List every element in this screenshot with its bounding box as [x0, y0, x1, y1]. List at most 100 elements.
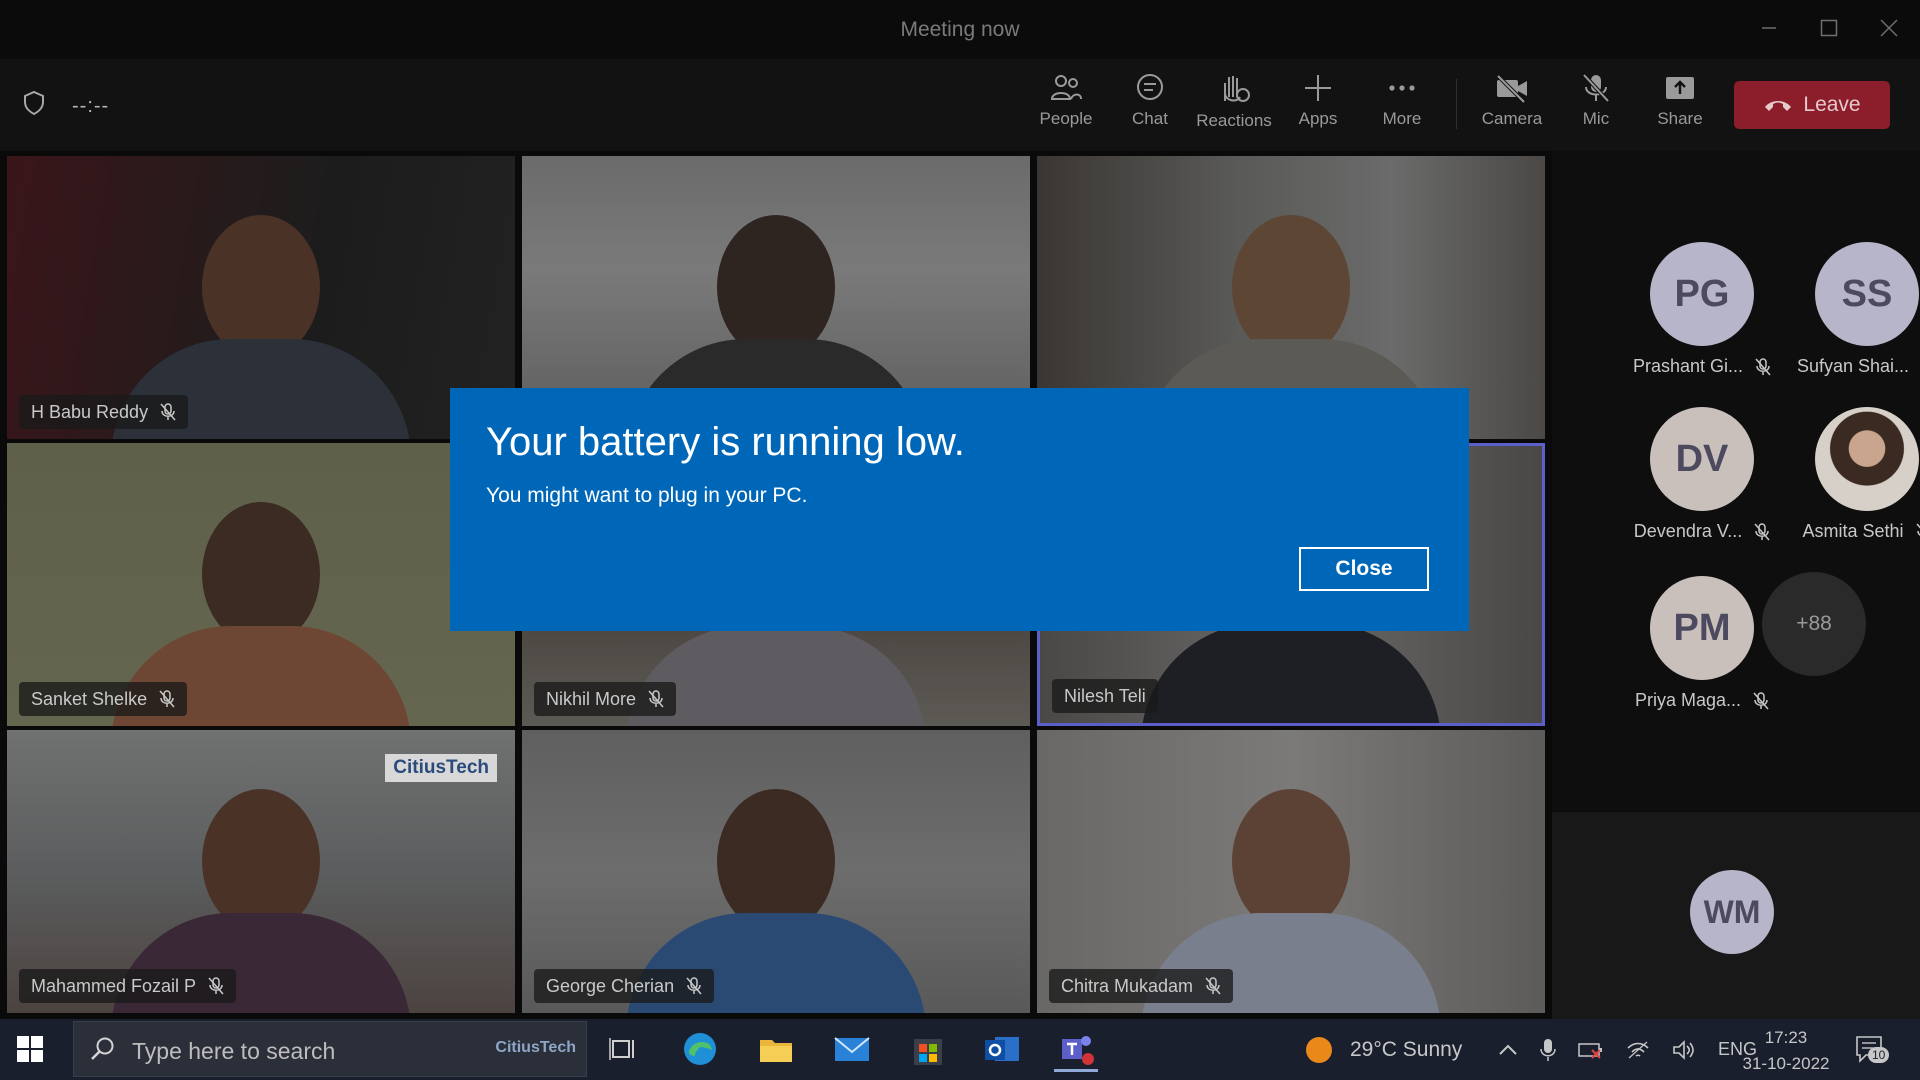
- microphone-icon[interactable]: [1540, 1038, 1556, 1062]
- meeting-timer: --:--: [72, 95, 110, 117]
- leave-label: Leave: [1803, 93, 1861, 116]
- taskbar-clock[interactable]: 17:23 31-10-2022: [1736, 1025, 1836, 1077]
- store-icon: [914, 1039, 942, 1065]
- roster-name: Prashant Gi...: [1632, 356, 1744, 376]
- roster-participant[interactable]: PM Priya Maga...: [1617, 576, 1787, 711]
- outlook-app[interactable]: [980, 1029, 1024, 1069]
- battery-icon[interactable]: [1578, 1040, 1604, 1060]
- video-tile[interactable]: Sanket Shelke: [7, 443, 515, 726]
- notification-center-button[interactable]: 10: [1854, 1033, 1894, 1067]
- reactions-button[interactable]: Reactions: [1192, 73, 1276, 143]
- toolbar-divider: [1456, 79, 1457, 129]
- roster-participant[interactable]: SS Sufyan Shai...: [1782, 242, 1920, 377]
- edge-browser-icon: [684, 1033, 716, 1065]
- muted-mic-icon: [686, 977, 702, 995]
- maximize-icon: [1820, 19, 1838, 37]
- muted-mic-icon: [648, 690, 664, 708]
- video-tile[interactable]: George Cherian: [522, 730, 1030, 1013]
- window-title: Meeting now: [900, 18, 1020, 41]
- chat-button[interactable]: Chat: [1108, 73, 1192, 143]
- share-tray-icon: [1666, 77, 1694, 99]
- more-label: More: [1382, 109, 1422, 128]
- roster-participant[interactable]: Asmita Sethi: [1782, 407, 1920, 542]
- task-view-button[interactable]: [602, 1029, 646, 1069]
- video-tile[interactable]: H Babu Reddy: [7, 156, 515, 439]
- participant-name-tag: H Babu Reddy: [19, 395, 189, 429]
- share-button[interactable]: Share: [1638, 73, 1722, 143]
- maximize-button[interactable]: [1806, 8, 1852, 48]
- muted-mic-icon: [1753, 691, 1769, 709]
- meeting-toolbar: --:-- People Chat Reactions Apps More Ca…: [0, 59, 1920, 151]
- battery-low-dialog: Your battery is running low. You might w…: [450, 388, 1469, 631]
- notification-count: 10: [1868, 1047, 1890, 1063]
- roster-participant[interactable]: DV Devendra V...: [1617, 407, 1787, 542]
- mic-button[interactable]: Mic: [1554, 73, 1638, 143]
- store-app[interactable]: [906, 1029, 950, 1069]
- mic-off-icon: [1582, 73, 1610, 103]
- dialog-close-button[interactable]: Close: [1298, 546, 1430, 592]
- participant-name: Chitra Mukadam: [1061, 975, 1194, 996]
- participant-name: Nilesh Teli: [1064, 685, 1146, 706]
- mic-label: Mic: [1582, 109, 1610, 128]
- chat-icon: [1137, 74, 1163, 100]
- muted-mic-icon: [159, 690, 175, 708]
- mail-app[interactable]: [830, 1029, 874, 1069]
- share-label: Share: [1657, 109, 1703, 128]
- apps-button[interactable]: Apps: [1276, 73, 1360, 143]
- mail-icon: [834, 1037, 870, 1061]
- muted-mic-icon: [208, 977, 224, 995]
- video-tile[interactable]: Chitra Mukadam: [1037, 730, 1545, 1013]
- roster-name: Sufyan Shai...: [1796, 356, 1910, 376]
- more-participants-button[interactable]: +88: [1762, 572, 1866, 676]
- reactions-label: Reactions: [1196, 111, 1272, 130]
- search-icon: [91, 1037, 114, 1060]
- edge-app[interactable]: [678, 1029, 722, 1069]
- avatar: SS: [1815, 242, 1919, 346]
- people-label: People: [1039, 109, 1093, 128]
- taskbar-search[interactable]: Type here to search CitiusTech: [73, 1021, 587, 1077]
- hang-up-icon: [1765, 101, 1792, 111]
- self-avatar: WM: [1690, 870, 1774, 954]
- more-button[interactable]: More: [1360, 73, 1444, 143]
- roster-name: Asmita Sethi: [1802, 521, 1904, 541]
- camera-button[interactable]: Camera: [1470, 73, 1554, 143]
- speaker-icon[interactable]: [1672, 1039, 1696, 1060]
- chevron-up-icon[interactable]: [1498, 1043, 1518, 1057]
- sun-icon: [1306, 1036, 1332, 1063]
- roster-participant[interactable]: PG Prashant Gi...: [1617, 242, 1787, 377]
- teams-app[interactable]: [1054, 1029, 1098, 1072]
- minimize-button[interactable]: [1746, 8, 1792, 48]
- task-view-icon: [609, 1038, 634, 1060]
- participant-name: Nikhil More: [546, 688, 637, 709]
- people-button[interactable]: People: [1024, 73, 1108, 143]
- outlook-icon: [985, 1037, 1019, 1061]
- raise-hand-icon: [1224, 76, 1250, 102]
- roster-name: Priya Maga...: [1634, 690, 1742, 710]
- avatar: DV: [1650, 407, 1754, 511]
- leave-button[interactable]: Leave: [1734, 81, 1890, 129]
- participant-name: H Babu Reddy: [31, 401, 149, 422]
- video-tile[interactable]: CitiusTech Mahammed Fozail P: [7, 730, 515, 1013]
- windows-start-icon[interactable]: [14, 1033, 46, 1065]
- title-bar: Meeting now: [0, 0, 1920, 59]
- wifi-icon[interactable]: [1626, 1040, 1650, 1060]
- muted-mic-icon: [1755, 357, 1771, 375]
- chat-label: Chat: [1132, 109, 1168, 128]
- close-icon: [1880, 19, 1898, 37]
- camera-label: Camera: [1481, 109, 1543, 128]
- teams-icon: [1062, 1036, 1094, 1065]
- avatar: PG: [1650, 242, 1754, 346]
- participant-name-tag: Chitra Mukadam: [1049, 969, 1234, 1003]
- participant-name-tag: Nilesh Teli: [1052, 679, 1158, 713]
- close-window-button[interactable]: [1866, 8, 1912, 48]
- weather-widget[interactable]: 29°C Sunny: [1304, 1019, 1462, 1080]
- folder-icon: [760, 1040, 792, 1062]
- participant-name-tag: Nikhil More: [534, 682, 677, 716]
- clock-date: 31-10-2022: [1742, 1054, 1830, 1073]
- file-explorer-app[interactable]: [754, 1029, 798, 1069]
- participant-name: Sanket Shelke: [31, 688, 148, 709]
- weather-text: 29°C Sunny: [1350, 1037, 1463, 1061]
- more-icon: [1389, 85, 1415, 91]
- self-view: WM: [1552, 812, 1920, 1019]
- participant-name: Mahammed Fozail P: [31, 975, 197, 996]
